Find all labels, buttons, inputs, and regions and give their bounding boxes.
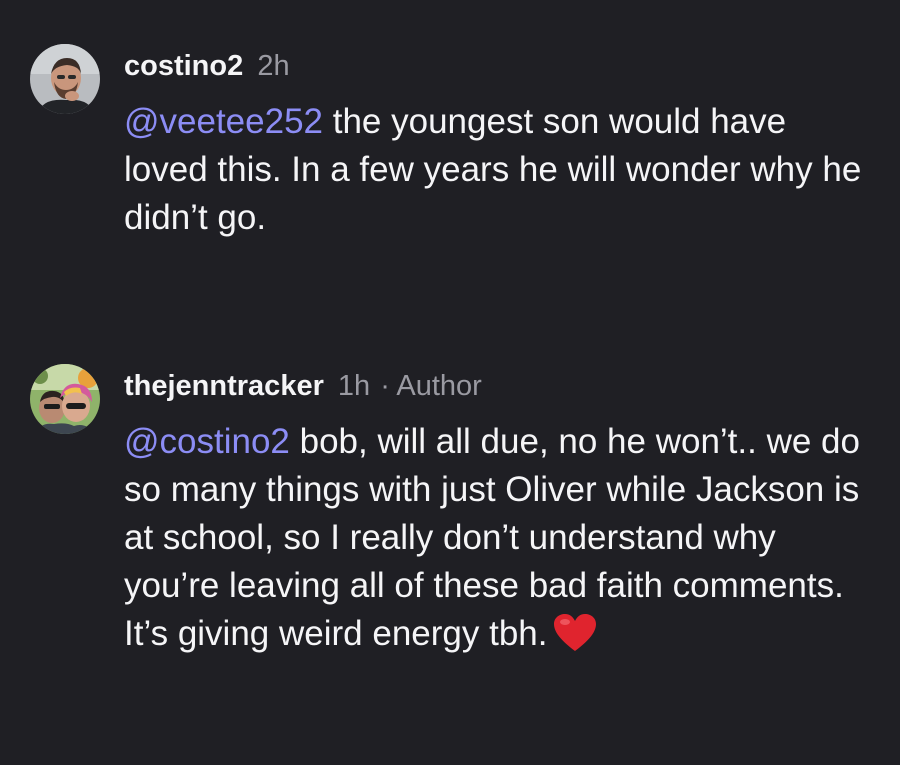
mention-link[interactable]: @costino2 — [124, 422, 290, 461]
username[interactable]: costino2 — [124, 50, 243, 82]
timestamp: 1h — [337, 370, 371, 402]
comment-header: thejenntracker 1h · Author — [124, 368, 482, 404]
mention-link[interactable]: @veetee252 — [124, 102, 323, 141]
avatar-thejenntracker[interactable] — [30, 364, 100, 434]
comment-body: @costino2 bob, will all due, no he won’t… — [124, 418, 864, 666]
username[interactable]: thejenntracker — [124, 370, 324, 402]
avatar-photo-icon — [30, 364, 100, 434]
comment-header: costino2 2h — [124, 48, 290, 84]
avatar-costino2[interactable] — [30, 44, 100, 114]
comment-body: @veetee252 the youngest son would have l… — [124, 98, 864, 242]
avatar-photo-icon — [30, 44, 100, 114]
author-badge: · Author — [380, 370, 482, 402]
red-heart-icon — [553, 613, 597, 666]
timestamp: 2h — [257, 50, 290, 82]
